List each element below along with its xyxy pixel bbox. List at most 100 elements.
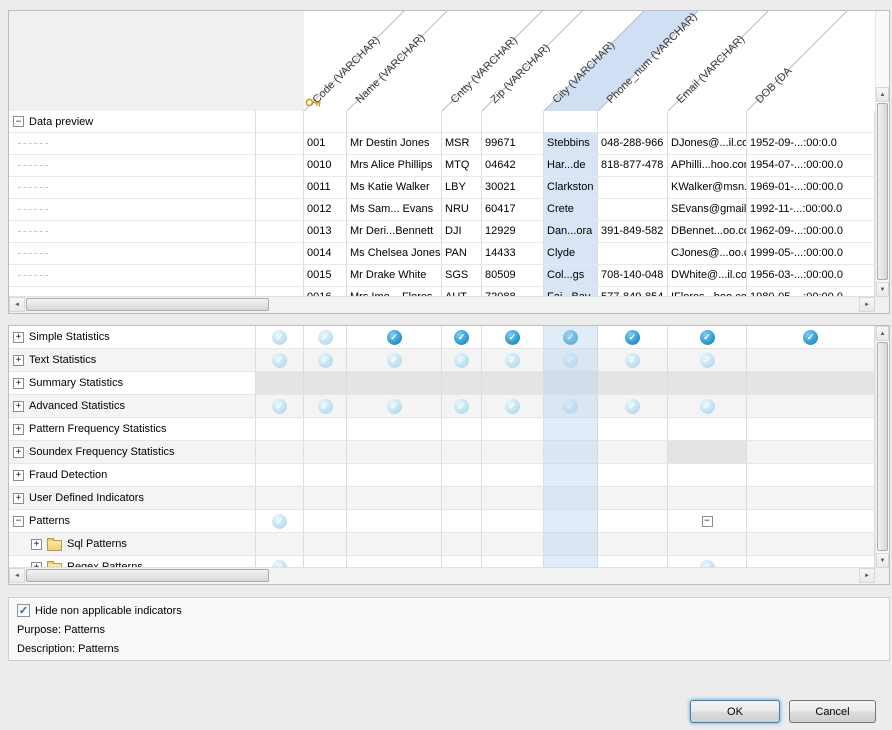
- indicator-cell[interactable]: [747, 510, 875, 532]
- indicator-horizontal-scrollbar[interactable]: ◄ ►: [9, 567, 875, 584]
- check-icon[interactable]: ✓: [387, 353, 402, 368]
- indicator-cell[interactable]: [747, 349, 875, 371]
- indicator-cell[interactable]: [747, 372, 875, 394]
- indicator-cell[interactable]: [598, 441, 668, 463]
- indicator-cell[interactable]: ✓: [598, 326, 668, 348]
- indicator-cell[interactable]: [256, 372, 304, 394]
- check-icon[interactable]: ✓: [318, 399, 333, 414]
- indicator-cell[interactable]: [347, 441, 442, 463]
- expand-toggle[interactable]: +: [13, 447, 24, 458]
- scroll-up-icon[interactable]: ▲: [876, 326, 889, 341]
- indicator-vertical-scrollbar[interactable]: ▲ ▼: [875, 326, 889, 568]
- indicator-row[interactable]: +Simple Statistics✓✓✓✓✓✓✓✓✓: [9, 326, 875, 349]
- indicator-cell[interactable]: ✓: [598, 349, 668, 371]
- indicator-row[interactable]: +Soundex Frequency Statistics: [9, 441, 875, 464]
- indicator-cell[interactable]: [544, 533, 598, 555]
- horizontal-scroll-thumb[interactable]: [26, 569, 269, 582]
- vertical-scroll-thumb[interactable]: [877, 342, 888, 551]
- check-icon[interactable]: ✓: [625, 330, 640, 345]
- indicator-cell[interactable]: [256, 441, 304, 463]
- check-icon[interactable]: ✓: [625, 399, 640, 414]
- check-icon[interactable]: ✓: [700, 353, 715, 368]
- indicator-cell[interactable]: ✓: [544, 395, 598, 417]
- indicator-cell[interactable]: −: [668, 510, 747, 532]
- indicator-cell[interactable]: [256, 418, 304, 440]
- horizontal-scroll-thumb[interactable]: [26, 298, 269, 311]
- indicator-cell[interactable]: ✓: [442, 395, 482, 417]
- indicator-cell[interactable]: [347, 464, 442, 486]
- indicator-cell[interactable]: [544, 418, 598, 440]
- indicator-cell[interactable]: [482, 441, 544, 463]
- indicator-cell[interactable]: [304, 464, 347, 486]
- indicator-cell[interactable]: [544, 510, 598, 532]
- check-icon[interactable]: ✓: [505, 330, 520, 345]
- indicator-cell[interactable]: [442, 533, 482, 555]
- check-icon[interactable]: ✓: [272, 353, 287, 368]
- indicator-cell[interactable]: [747, 441, 875, 463]
- preview-row[interactable]: 0010Mrs Alice PhillipsMTQ04642Har...de81…: [9, 155, 875, 177]
- indicator-cell[interactable]: ✓: [347, 349, 442, 371]
- preview-vertical-scrollbar[interactable]: ▲ ▼: [875, 11, 889, 297]
- indicator-cell[interactable]: ✓: [347, 395, 442, 417]
- indicator-row[interactable]: +Text Statistics✓✓✓✓✓✓✓✓: [9, 349, 875, 372]
- scroll-up-icon[interactable]: ▲: [876, 87, 889, 102]
- indicator-cell[interactable]: [598, 418, 668, 440]
- indicator-cell[interactable]: [442, 441, 482, 463]
- check-icon[interactable]: ✓: [272, 514, 287, 529]
- scroll-down-icon[interactable]: ▼: [876, 553, 889, 568]
- indicator-row[interactable]: −Patterns✓−: [9, 510, 875, 533]
- indicator-cell[interactable]: ✓: [482, 395, 544, 417]
- indicator-cell[interactable]: [256, 487, 304, 509]
- indicator-cell[interactable]: ✓: [544, 349, 598, 371]
- indicator-cell[interactable]: ✓: [598, 395, 668, 417]
- indicator-row[interactable]: +User Defined Indicators: [9, 487, 875, 510]
- indicator-cell[interactable]: [598, 372, 668, 394]
- check-icon[interactable]: ✓: [803, 330, 818, 345]
- expand-toggle[interactable]: +: [31, 539, 42, 550]
- indicator-cell[interactable]: ✓: [256, 395, 304, 417]
- indicator-cell[interactable]: [747, 487, 875, 509]
- check-icon[interactable]: ✓: [700, 399, 715, 414]
- indicator-cell[interactable]: [598, 533, 668, 555]
- indicator-cell[interactable]: [544, 464, 598, 486]
- column-header-cntty[interactable]: Cntty (VARCHAR): [449, 35, 520, 106]
- tree-row-data-preview[interactable]: −Data preview: [9, 111, 875, 133]
- indicator-cell[interactable]: [304, 372, 347, 394]
- indicator-cell[interactable]: [668, 533, 747, 555]
- indicator-cell[interactable]: ✓: [304, 349, 347, 371]
- expand-toggle[interactable]: +: [13, 424, 24, 435]
- indicator-cell[interactable]: ✓: [256, 349, 304, 371]
- indicator-cell[interactable]: [304, 510, 347, 532]
- indicator-cell[interactable]: [347, 418, 442, 440]
- preview-row[interactable]: 0013Mr Deri...BennettDJI12929Dan...ora39…: [9, 221, 875, 243]
- indicator-cell[interactable]: [304, 418, 347, 440]
- collapse-toggle[interactable]: −: [702, 516, 713, 527]
- preview-row[interactable]: 0015Mr Drake WhiteSGS80509Col...gs708-14…: [9, 265, 875, 287]
- indicator-cell[interactable]: [747, 418, 875, 440]
- column-header-dob[interactable]: DOB (DA: [754, 65, 795, 106]
- check-icon[interactable]: ✓: [700, 330, 715, 345]
- check-icon[interactable]: ✓: [563, 330, 578, 345]
- check-icon[interactable]: ✓: [505, 399, 520, 414]
- indicator-cell[interactable]: ✓: [347, 326, 442, 348]
- indicator-cell[interactable]: ✓: [304, 395, 347, 417]
- indicator-cell[interactable]: [544, 441, 598, 463]
- check-icon[interactable]: ✓: [272, 330, 287, 345]
- scroll-left-icon[interactable]: ◄: [9, 568, 25, 583]
- indicator-cell[interactable]: [668, 372, 747, 394]
- indicator-cell[interactable]: ✓: [304, 326, 347, 348]
- cancel-button[interactable]: Cancel: [789, 700, 876, 723]
- expand-toggle[interactable]: +: [13, 332, 24, 343]
- expand-toggle[interactable]: +: [13, 378, 24, 389]
- scroll-right-icon[interactable]: ►: [859, 568, 875, 583]
- scroll-down-icon[interactable]: ▼: [876, 282, 889, 297]
- indicator-cell[interactable]: [256, 533, 304, 555]
- indicator-cell[interactable]: [347, 510, 442, 532]
- indicator-cell[interactable]: [347, 533, 442, 555]
- indicator-cell[interactable]: [747, 464, 875, 486]
- indicator-cell[interactable]: [304, 441, 347, 463]
- indicator-cell[interactable]: [482, 372, 544, 394]
- indicator-row[interactable]: +Advanced Statistics✓✓✓✓✓✓✓✓: [9, 395, 875, 418]
- indicator-cell[interactable]: [482, 533, 544, 555]
- preview-row[interactable]: 001Mr Destin JonesMSR99671Stebbins048-28…: [9, 133, 875, 155]
